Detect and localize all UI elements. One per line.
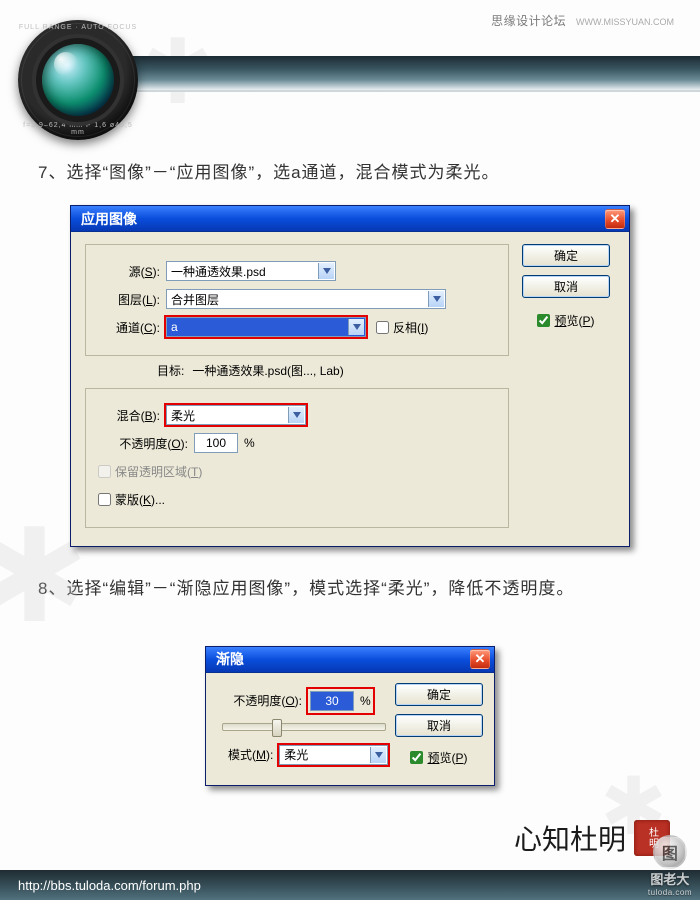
signature-text: 心知杜明 [514,818,626,858]
camera-lens-logo: FULL RANGE · AUTO FOCUS f=3,9–62,4 mm F … [18,20,138,140]
watermark-globe-icon: 图 [653,835,687,869]
source-label: 源(S): [98,263,166,280]
fade-mode-value: 柔光 [284,746,308,763]
watermark-title: 图老大 [650,869,689,888]
mask-checkbox[interactable]: 蒙版(K)... [98,491,165,508]
invert-checkbox-input[interactable] [376,321,389,334]
cancel-button[interactable]: 取消 [395,714,483,737]
percent-sign: % [360,694,371,708]
dialog1-button-column: 确定 取消 预览(P) [517,244,615,329]
preview-checkbox[interactable]: 预览(P) [410,749,467,766]
page-header: 思缘设计论坛 WWW.MISSYUAN.COM FULL RANGE · AUT… [0,0,700,135]
layer-label: 图层(L): [98,291,166,308]
blend-combo[interactable]: 柔光 [166,405,306,425]
channel-value: a [171,320,178,334]
chevron-down-icon[interactable] [428,291,444,307]
step-8-text: 8、选择“编辑”－“渐隐应用图像”，模式选择“柔光”，降低不透明度。 [38,573,662,605]
chevron-down-icon[interactable] [370,747,386,763]
fade-opacity-input[interactable]: 30 [310,691,354,711]
target-line: 目标: 一种通透效果.psd(图..., Lab) [157,360,509,380]
opacity-input[interactable]: 100 [194,433,238,453]
blend-group: 混合(B): 柔光 不透明度(O): 100 % 保留透明区域(T) [85,388,509,528]
chevron-down-icon[interactable] [318,263,334,279]
ok-button[interactable]: 确定 [395,683,483,706]
author-signature: 心知杜明 杜明 [514,818,670,858]
header-site: 思缘设计论坛 WWW.MISSYUAN.COM [491,12,674,29]
channel-label: 通道(C): [98,319,166,336]
apply-image-dialog: 应用图像 ✕ 确定 取消 预览(P) 源(S): 一种通透效果.psd 图层(L… [70,205,630,547]
lens-ring-text-top: FULL RANGE · AUTO FOCUS [18,24,138,31]
page-footer: http://bbs.tuloda.com/forum.php 图 图老大 tu… [0,870,700,900]
mask-input[interactable] [98,493,111,506]
header-gradient-bar [100,56,700,92]
preserve-trans-checkbox[interactable]: 保留透明区域(T) [98,463,202,480]
close-icon[interactable]: ✕ [605,209,625,229]
ok-button[interactable]: 确定 [522,244,610,267]
site-name: 思缘设计论坛 [491,14,566,28]
target-value: 一种通透效果.psd(图..., Lab) [192,362,343,379]
opacity-label: 不透明度(O): [98,435,194,452]
preview-label: 预览(P) [554,312,594,329]
lens-glass [42,44,114,116]
lens-ring-text-bottom: f=3,9–62,4 mm F 1,6 ø40,5 mm [18,122,138,136]
preview-label: 预览(P) [427,749,467,766]
preview-checkbox-input[interactable] [537,314,550,327]
dialog2-button-column: 确定 取消 预览(P) [394,683,484,766]
blend-value: 柔光 [171,407,195,424]
channel-combo[interactable]: a [166,317,366,337]
chevron-down-icon[interactable] [348,319,364,335]
dialog2-titlebar[interactable]: 渐隐 ✕ [206,647,494,673]
fade-mode-label: 模式(M): [220,746,279,763]
step-7-text: 7、选择“图像”－“应用图像”，选a通道，混合模式为柔光。 [38,157,662,189]
invert-label: 反相(I) [393,319,428,336]
preview-checkbox-input[interactable] [410,751,423,764]
percent-sign: % [244,436,255,450]
slider-thumb[interactable] [272,719,282,737]
fade-dialog: 渐隐 ✕ 确定 取消 预览(P) 不透明度(O): 30 % 模式(M): [205,646,495,786]
target-label: 目标: [157,362,184,379]
fade-mode-combo[interactable]: 柔光 [279,745,388,765]
site-url: WWW.MISSYUAN.COM [576,17,674,27]
dialog2-title: 渐隐 [216,649,244,669]
watermark-logo: 图 图老大 tuloda.com [648,835,692,897]
dialog1-title: 应用图像 [81,209,137,229]
preserve-trans-label: 保留透明区域(T) [115,463,202,480]
mask-label: 蒙版(K)... [115,491,165,508]
layer-value: 合并图层 [171,291,219,308]
source-combo[interactable]: 一种通透效果.psd [166,261,336,281]
fade-opacity-label: 不透明度(O): [220,692,308,709]
preserve-trans-input [98,465,111,478]
watermark-sub: tuloda.com [648,888,692,897]
dialog1-titlebar[interactable]: 应用图像 ✕ [71,206,629,232]
preview-checkbox[interactable]: 预览(P) [537,312,594,329]
fade-opacity-slider[interactable] [222,723,386,731]
layer-combo[interactable]: 合并图层 [166,289,446,309]
source-group: 源(S): 一种通透效果.psd 图层(L): 合并图层 通道(C): a [85,244,509,356]
footer-url: http://bbs.tuloda.com/forum.php [18,878,201,893]
blend-label: 混合(B): [98,407,166,424]
fade-opacity-value: 30 [325,694,338,708]
invert-checkbox[interactable]: 反相(I) [376,319,428,336]
cancel-button[interactable]: 取消 [522,275,610,298]
opacity-value: 100 [206,436,226,450]
close-icon[interactable]: ✕ [470,649,490,669]
chevron-down-icon[interactable] [288,407,304,423]
source-value: 一种通透效果.psd [171,263,266,280]
